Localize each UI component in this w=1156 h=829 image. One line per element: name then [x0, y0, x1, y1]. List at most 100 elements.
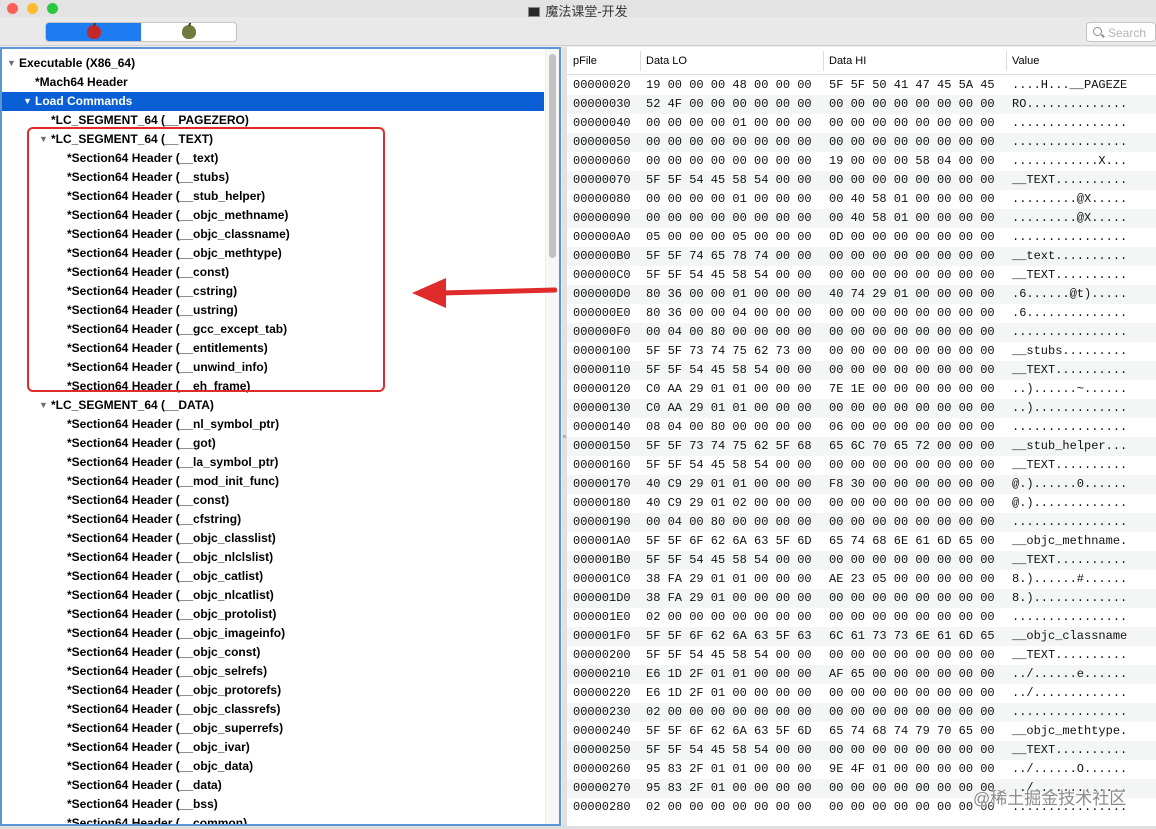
hex-table-row[interactable]: 00000230 02 00 00 00 00 00 00 00 00 00 00 … — [567, 703, 1156, 722]
hex-table-row[interactable]: 000000A0 05 00 00 00 05 00 00 00 0D 00 00 … — [567, 228, 1156, 247]
hex-table-row[interactable]: 00000130 C0 AA 29 01 01 00 00 00 00 00 00 … — [567, 399, 1156, 418]
tree-item[interactable]: *Section64 Header (__objc_catlist) — [2, 567, 544, 586]
hex-table-row[interactable]: 00000050 00 00 00 00 00 00 00 00 00 00 00 … — [567, 133, 1156, 152]
tree-item[interactable]: *Section64 Header (__entitlements) — [2, 339, 544, 358]
hex-table-row[interactable]: 000001A0 5F 5F 6F 62 6A 63 5F 6D 65 74 68 … — [567, 532, 1156, 551]
tree-item[interactable]: *Section64 Header (__const) — [2, 263, 544, 282]
tree-item[interactable]: *Section64 Header (__stubs) — [2, 168, 544, 187]
search-box[interactable] — [1086, 22, 1156, 42]
tree-scrollbar[interactable] — [545, 49, 559, 824]
hex-offset-cell: 00000060 — [573, 154, 631, 168]
tree-item[interactable]: *Section64 Header (__objc_classlist) — [2, 529, 544, 548]
tree-item[interactable]: *Section64 Header (__gcc_except_tab) — [2, 320, 544, 339]
segment-red-apple[interactable] — [46, 23, 141, 41]
hex-table-row[interactable]: 00000040 00 00 00 00 01 00 00 00 00 00 00 … — [567, 114, 1156, 133]
hex-table-row[interactable]: 000000F0 00 04 00 80 00 00 00 00 00 00 00 … — [567, 323, 1156, 342]
column-header-value[interactable]: Value — [1012, 55, 1039, 67]
tree-item[interactable]: *Section64 Header (__objc_methtype) — [2, 244, 544, 263]
tree-item[interactable]: *Section64 Header (__objc_classname) — [2, 225, 544, 244]
hex-table-row[interactable]: 000001D0 38 FA 29 01 00 00 00 00 00 00 00 … — [567, 589, 1156, 608]
tree-item[interactable]: *Section64 Header (__objc_protorefs) — [2, 681, 544, 700]
tree-item[interactable]: *Section64 Header (__unwind_info) — [2, 358, 544, 377]
hex-table-row[interactable]: 00000200 5F 5F 54 45 58 54 00 00 00 00 00 … — [567, 646, 1156, 665]
hex-table-row[interactable]: 000000C0 5F 5F 54 45 58 54 00 00 00 00 00 … — [567, 266, 1156, 285]
tree-item[interactable]: *Section64 Header (__ustring) — [2, 301, 544, 320]
tree-item-label: *Section64 Header (__cstring) — [67, 284, 238, 298]
tree-item[interactable]: *Section64 Header (__bss) — [2, 795, 544, 814]
hex-table-row[interactable]: 00000250 5F 5F 54 45 58 54 00 00 00 00 00 … — [567, 741, 1156, 760]
tree-item[interactable]: *Section64 Header (__nl_symbol_ptr) — [2, 415, 544, 434]
tree-item[interactable]: *Section64 Header (__objc_data) — [2, 757, 544, 776]
tree-item[interactable]: *Mach64 Header — [2, 73, 544, 92]
tree-item[interactable]: *Section64 Header (__eh_frame) — [2, 377, 544, 396]
tree-item[interactable]: *Section64 Header (__const) — [2, 491, 544, 510]
tree-item[interactable]: *Section64 Header (__objc_imageinfo) — [2, 624, 544, 643]
tree-item-label: *Section64 Header (__objc_const) — [67, 645, 261, 659]
tree-item[interactable]: *Section64 Header (__objc_nlcatlist) — [2, 586, 544, 605]
tree-item[interactable]: *Section64 Header (__got) — [2, 434, 544, 453]
tree-item[interactable]: *Section64 Header (__cfstring) — [2, 510, 544, 529]
tree-item[interactable]: *Section64 Header (__objc_methname) — [2, 206, 544, 225]
hex-table-row[interactable]: 00000260 95 83 2F 01 01 00 00 00 9E 4F 01 … — [567, 760, 1156, 779]
tree-item[interactable]: *Section64 Header (__objc_nlclslist) — [2, 548, 544, 567]
hex-table-row[interactable]: 000001C0 38 FA 29 01 01 00 00 00 AE 23 05 … — [567, 570, 1156, 589]
tree-item[interactable]: *Section64 Header (__stub_helper) — [2, 187, 544, 206]
disclosure-triangle-icon[interactable]: ▼ — [39, 130, 49, 149]
tree-item[interactable]: *Section64 Header (__data) — [2, 776, 544, 795]
tree-item[interactable]: *Section64 Header (__mod_init_func) — [2, 472, 544, 491]
hex-table-row[interactable]: 00000240 5F 5F 6F 62 6A 63 5F 6D 65 74 68 … — [567, 722, 1156, 741]
hex-table-row[interactable]: 00000140 08 04 00 80 00 00 00 00 06 00 00 … — [567, 418, 1156, 437]
hex-table-row[interactable]: 00000090 00 00 00 00 00 00 00 00 00 40 58 … — [567, 209, 1156, 228]
hex-table-row[interactable]: 00000220 E6 1D 2F 01 00 00 00 00 00 00 00 … — [567, 684, 1156, 703]
tree-item[interactable]: *LC_SEGMENT_64 (__PAGEZERO) — [2, 111, 544, 130]
tree-item-label: *Section64 Header (__objc_protolist) — [67, 607, 277, 621]
search-input[interactable] — [1108, 25, 1155, 40]
disclosure-triangle-icon[interactable]: ▼ — [7, 54, 17, 73]
tree-item[interactable]: ▼ Executable (X86_64) — [2, 54, 544, 73]
tree-item[interactable]: *Section64 Header (__objc_superrefs) — [2, 719, 544, 738]
tree-item[interactable]: *Section64 Header (__objc_classrefs) — [2, 700, 544, 719]
disclosure-triangle-icon[interactable]: ▼ — [39, 396, 49, 415]
segment-green-apple[interactable] — [141, 23, 236, 41]
disclosure-triangle-icon[interactable]: ▼ — [23, 92, 33, 111]
tree-item[interactable]: ▼ *LC_SEGMENT_64 (__TEXT) — [2, 130, 544, 149]
tree-item[interactable]: *Section64 Header (__common) — [2, 814, 544, 824]
hex-table-row[interactable]: 00000150 5F 5F 73 74 75 62 5F 68 65 6C 70 … — [567, 437, 1156, 456]
hex-table-row[interactable]: 00000060 00 00 00 00 00 00 00 00 19 00 00 … — [567, 152, 1156, 171]
tree-item-label: *Section64 Header (__nl_symbol_ptr) — [67, 417, 280, 431]
column-header-data-hi[interactable]: Data HI — [829, 55, 866, 67]
hex-table-row[interactable]: 00000020 19 00 00 00 48 00 00 00 5F 5F 50 … — [567, 76, 1156, 95]
tree-item[interactable]: *Section64 Header (__objc_protolist) — [2, 605, 544, 624]
hex-table-row[interactable]: 00000190 00 04 00 80 00 00 00 00 00 00 00 … — [567, 513, 1156, 532]
hex-table-row[interactable]: 00000030 52 4F 00 00 00 00 00 00 00 00 00 … — [567, 95, 1156, 114]
hex-table-row[interactable]: 00000070 5F 5F 54 45 58 54 00 00 00 00 00 … — [567, 171, 1156, 190]
hex-table-row[interactable]: 00000170 40 C9 29 01 01 00 00 00 F8 30 00 … — [567, 475, 1156, 494]
hex-table-row[interactable]: 000001E0 02 00 00 00 00 00 00 00 00 00 00 … — [567, 608, 1156, 627]
tree-item-label: *LC_SEGMENT_64 (__DATA) — [51, 398, 214, 412]
tree-item[interactable]: *Section64 Header (__objc_const) — [2, 643, 544, 662]
tree-item[interactable]: ▼ *LC_SEGMENT_64 (__DATA) — [2, 396, 544, 415]
tree-item[interactable]: *Section64 Header (__objc_selrefs) — [2, 662, 544, 681]
tree-item-label: *Section64 Header (__objc_selrefs) — [67, 664, 268, 678]
tree-item[interactable]: *Section64 Header (__la_symbol_ptr) — [2, 453, 544, 472]
hex-table-row[interactable]: 000000B0 5F 5F 74 65 78 74 00 00 00 00 00 … — [567, 247, 1156, 266]
hex-table-row[interactable]: 000001B0 5F 5F 54 45 58 54 00 00 00 00 00 … — [567, 551, 1156, 570]
hex-data-hi-cell: 6C 61 73 73 6E 61 6D 65 — [829, 629, 995, 643]
hex-table-row[interactable]: 00000210 E6 1D 2F 01 01 00 00 00 AF 65 00 … — [567, 665, 1156, 684]
hex-table-row[interactable]: 00000120 C0 AA 29 01 01 00 00 00 7E 1E 00 … — [567, 380, 1156, 399]
hex-table-row[interactable]: 000000D0 80 36 00 00 01 00 00 00 40 74 29 … — [567, 285, 1156, 304]
hex-offset-cell: 000000C0 — [573, 268, 631, 282]
tree-item[interactable]: *Section64 Header (__text) — [2, 149, 544, 168]
hex-table-row[interactable]: 00000080 00 00 00 00 01 00 00 00 00 40 58 … — [567, 190, 1156, 209]
hex-table-row[interactable]: 00000110 5F 5F 54 45 58 54 00 00 00 00 00 … — [567, 361, 1156, 380]
column-header-pfile[interactable]: pFile — [573, 55, 597, 67]
hex-table-row[interactable]: 00000160 5F 5F 54 45 58 54 00 00 00 00 00 … — [567, 456, 1156, 475]
hex-table-row[interactable]: 000000E0 80 36 00 00 04 00 00 00 00 00 00 … — [567, 304, 1156, 323]
tree-item[interactable]: *Section64 Header (__objc_ivar) — [2, 738, 544, 757]
hex-table-row[interactable]: 00000180 40 C9 29 01 02 00 00 00 00 00 00 … — [567, 494, 1156, 513]
hex-table-row[interactable]: 00000100 5F 5F 73 74 75 62 73 00 00 00 00 … — [567, 342, 1156, 361]
tree-item[interactable]: ▼ Load Commands — [2, 92, 544, 111]
column-header-data-lo[interactable]: Data LO — [646, 55, 687, 67]
tree-scrollbar-thumb[interactable] — [549, 54, 556, 258]
hex-table-row[interactable]: 000001F0 5F 5F 6F 62 6A 63 5F 63 6C 61 73 … — [567, 627, 1156, 646]
